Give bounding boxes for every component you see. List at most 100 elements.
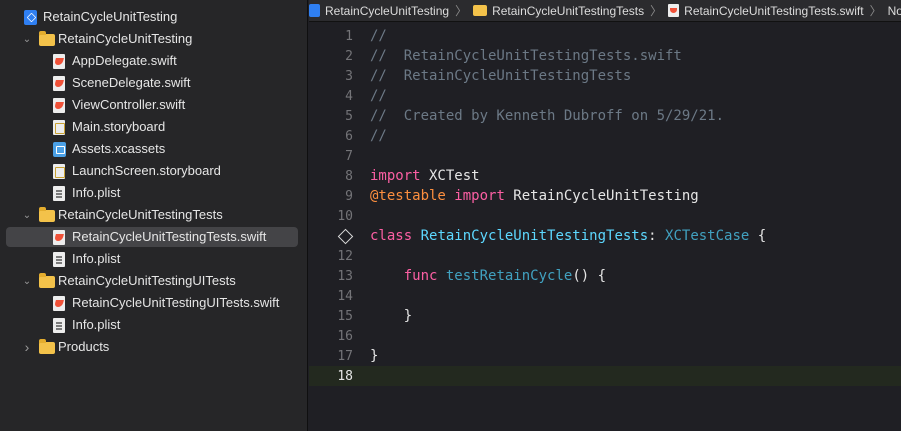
code-token: RetainCycleUnitTestingTests bbox=[420, 228, 649, 244]
code-line[interactable]: 9 @testable import RetainCycleUnitTesting bbox=[309, 186, 901, 206]
code-line[interactable]: 16 bbox=[309, 326, 901, 346]
navigator-item-label: Main.storyboard bbox=[72, 119, 166, 134]
navigator-item[interactable]: Main.storyboard bbox=[6, 117, 298, 137]
line-number: 5 bbox=[345, 108, 353, 124]
code-line[interactable]: 4 // bbox=[309, 86, 901, 106]
code-token: testRetainCycle bbox=[445, 268, 573, 284]
code-text: // Created by Kenneth Dubroff on 5/29/21… bbox=[370, 108, 724, 124]
code-line[interactable]: 5 // Created by Kenneth Dubroff on 5/29/2… bbox=[309, 106, 901, 126]
code-line[interactable]: 15 } bbox=[309, 306, 901, 326]
code-token: () { bbox=[572, 268, 607, 284]
chevron-right-icon: 〉 bbox=[455, 4, 468, 18]
navigator-item-label: Assets.xcassets bbox=[72, 141, 166, 156]
chevron-down-icon[interactable]: ⌄ bbox=[20, 32, 34, 46]
navigator-item[interactable]: RetainCycleUnitTestingUITests.swift bbox=[6, 293, 298, 313]
navigator-item-label: AppDelegate.swift bbox=[72, 53, 177, 68]
code-line[interactable]: 1 // bbox=[309, 26, 901, 46]
storyboard-file-icon bbox=[53, 164, 65, 179]
code-line[interactable]: 6 // bbox=[309, 126, 901, 146]
navigator-item[interactable]: Info.plist bbox=[6, 315, 298, 335]
code-line[interactable]: 10 bbox=[309, 206, 901, 226]
code-text: // bbox=[370, 88, 387, 104]
breadcrumb-group[interactable]: RetainCycleUnitTestingTests bbox=[473, 4, 644, 18]
code-text: import XCTest bbox=[370, 168, 480, 184]
code-text: func testRetainCycle() { bbox=[370, 268, 606, 284]
swift-file-icon bbox=[53, 76, 65, 91]
swift-file-icon bbox=[53, 296, 65, 311]
xcode-project-icon bbox=[24, 10, 37, 25]
line-number: 10 bbox=[337, 208, 353, 224]
navigator-item[interactable]: Info.plist bbox=[6, 183, 298, 203]
navigator-item-label: Info.plist bbox=[72, 317, 121, 332]
navigator-item-label: RetainCycleUnitTesting bbox=[43, 9, 178, 24]
code-text: } bbox=[370, 348, 378, 364]
code-line[interactable]: 8 import XCTest bbox=[309, 166, 901, 186]
navigator-item[interactable]: LaunchScreen.storyboard bbox=[6, 161, 298, 181]
code-line[interactable]: 2 // RetainCycleUnitTestingTests.swift bbox=[309, 46, 901, 66]
code-line[interactable]: 7 bbox=[309, 146, 901, 166]
folder-icon bbox=[39, 339, 55, 354]
navigator-item[interactable]: RetainCycleUnitTestingTests.swift bbox=[6, 227, 298, 247]
swift-file-icon bbox=[53, 230, 65, 245]
code-line[interactable]: 12 bbox=[309, 246, 901, 266]
navigator-item[interactable]: Info.plist bbox=[6, 249, 298, 269]
line-number: 17 bbox=[337, 348, 353, 364]
line-number: 1 bbox=[345, 28, 353, 44]
swift-file-icon bbox=[668, 4, 680, 17]
navigator-item-label: RetainCycleUnitTestingTests.swift bbox=[72, 229, 267, 244]
code-text: // RetainCycleUnitTestingTests.swift bbox=[370, 48, 682, 64]
code-line[interactable]: 13 func testRetainCycle() { bbox=[309, 266, 901, 286]
run-test-diamond-icon[interactable] bbox=[337, 228, 354, 244]
navigator-item[interactable]: ⌄RetainCycleUnitTesting bbox=[6, 29, 298, 49]
chevron-right-icon: 〉 bbox=[650, 4, 663, 18]
chevron-right-icon[interactable]: › bbox=[20, 339, 34, 355]
jump-bar: RetainCycleUnitTesting 〉 RetainCycleUnit… bbox=[309, 0, 901, 22]
code-line[interactable]: 3 // RetainCycleUnitTestingTests bbox=[309, 66, 901, 86]
navigator-item[interactable]: › Products bbox=[6, 337, 298, 357]
line-number: 6 bbox=[345, 128, 353, 144]
breadcrumb-file[interactable]: RetainCycleUnitTestingTests.swift bbox=[668, 4, 864, 18]
code-token: // bbox=[370, 28, 387, 44]
code-line[interactable]: 14 bbox=[309, 286, 901, 306]
navigator-item[interactable]: ⌄ RetainCycleUnitTestingUITests bbox=[6, 271, 298, 291]
breadcrumb-selection[interactable]: No Selection bbox=[888, 4, 901, 18]
xcode-project-icon bbox=[309, 4, 320, 17]
code-token: class bbox=[370, 228, 413, 244]
navigator-item-label: RetainCycleUnitTestingUITests bbox=[58, 273, 236, 288]
line-number: 13 bbox=[337, 268, 353, 284]
code-text: } bbox=[370, 308, 412, 324]
asset-catalog-icon bbox=[53, 142, 66, 157]
navigator-item-label: Info.plist bbox=[72, 251, 121, 266]
source-editor: RetainCycleUnitTesting 〉 RetainCycleUnit… bbox=[309, 0, 901, 431]
navigator-item[interactable]: ViewController.swift bbox=[6, 95, 298, 115]
line-number: 2 bbox=[345, 48, 353, 64]
navigator-item-label: Products bbox=[58, 339, 110, 354]
code-token: RetainCycleUnitTesting bbox=[504, 188, 699, 204]
navigator-item-label: LaunchScreen.storyboard bbox=[72, 163, 221, 178]
code-line[interactable]: class RetainCycleUnitTestingTests: XCTes… bbox=[309, 226, 901, 246]
line-number: 15 bbox=[337, 308, 353, 324]
navigator-item[interactable]: ⌄RetainCycleUnitTesting bbox=[6, 7, 298, 27]
code-token: // RetainCycleUnitTestingTests.swift bbox=[370, 48, 682, 64]
project-navigator: ⌄ RetainCycleUnitTesting ⌄ RetainCycleUnitT… bbox=[0, 0, 308, 431]
code-text: // bbox=[370, 28, 387, 44]
code-area[interactable]: 1 // 2 // RetainCycleUnitTestingTests.swift… bbox=[309, 22, 901, 431]
code-token: { bbox=[749, 228, 767, 244]
code-line[interactable]: 17} bbox=[309, 346, 901, 366]
folder-icon bbox=[39, 273, 55, 288]
chevron-down-icon[interactable]: ⌄ bbox=[20, 274, 34, 288]
navigator-item-label: SceneDelegate.swift bbox=[72, 75, 191, 90]
navigator-item[interactable]: AppDelegate.swift bbox=[6, 51, 298, 71]
code-line[interactable]: 18 bbox=[309, 366, 901, 386]
navigator-item[interactable]: SceneDelegate.swift bbox=[6, 73, 298, 93]
chevron-down-icon[interactable]: ⌄ bbox=[20, 208, 34, 222]
breadcrumb-project[interactable]: RetainCycleUnitTesting bbox=[309, 4, 449, 18]
plist-file-icon bbox=[53, 318, 65, 333]
code-token: XCTest bbox=[420, 168, 480, 184]
code-token: import bbox=[370, 168, 421, 184]
navigator-item[interactable]: ⌄ RetainCycleUnitTestingTests bbox=[6, 205, 298, 225]
swift-file-icon bbox=[53, 54, 65, 69]
code-token: : bbox=[648, 228, 666, 244]
navigator-item[interactable]: Assets.xcassets bbox=[6, 139, 298, 159]
